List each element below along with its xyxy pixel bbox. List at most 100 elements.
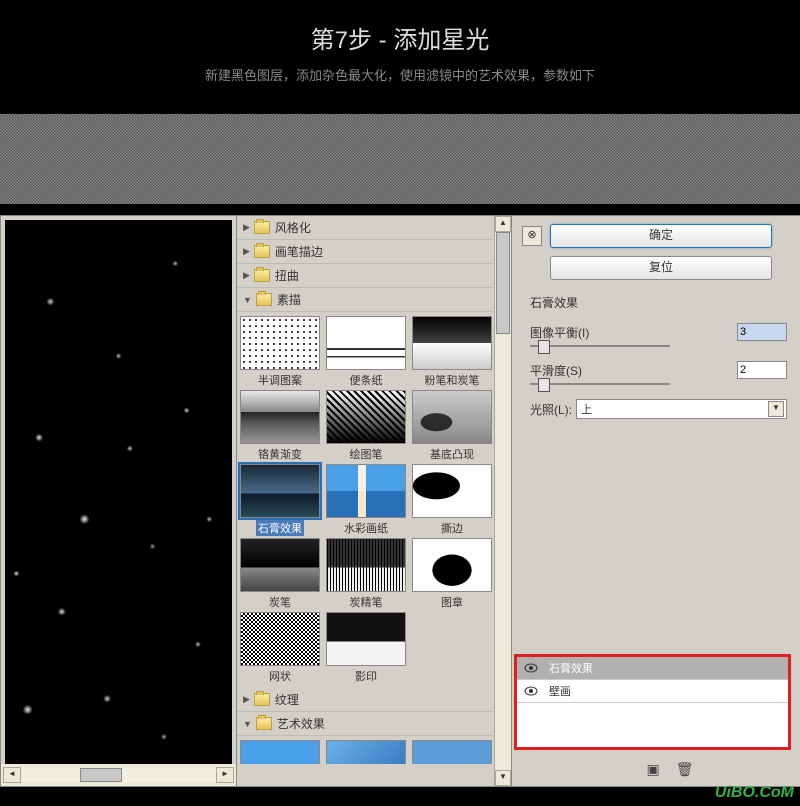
collapse-icon: ▼ — [243, 295, 252, 305]
folder-icon — [254, 693, 270, 706]
thumb-reticulation[interactable]: 网状 — [239, 612, 321, 684]
param-light: 光照(L): 上 ▼ — [530, 399, 787, 419]
thumb-image — [412, 390, 492, 444]
thumb-image — [326, 740, 406, 764]
layer-row-plaster[interactable]: 石膏效果 — [517, 657, 788, 680]
scroll-up-btn[interactable]: ▲ — [495, 216, 511, 232]
thumb-water-paper[interactable]: 水彩画纸 — [325, 464, 407, 536]
thumb-image — [326, 464, 406, 518]
scroll-thumb[interactable] — [496, 232, 510, 334]
thumb-plaster[interactable]: 石膏效果 — [239, 464, 321, 536]
filter-tree: ▶ 风格化 ▶ 画笔描边 ▶ 扭曲 ▼ 素描 — [237, 216, 511, 764]
chevron-down-icon: ▼ — [768, 401, 784, 417]
thumb-label: 炭笔 — [239, 594, 321, 610]
category-label: 纹理 — [275, 691, 299, 708]
thumb-label: 粉笔和炭笔 — [411, 372, 493, 388]
thumb-notepaper[interactable]: 便条纸 — [325, 316, 407, 388]
category-stylize[interactable]: ▶ 风格化 — [237, 216, 511, 240]
thumb-image — [326, 390, 406, 444]
thumb-charcoal[interactable]: 炭笔 — [239, 538, 321, 610]
thumb-image — [240, 740, 320, 764]
settings-pane: ⊗ 确定 复位 石膏效果 图像平衡(I) 平滑度(S) 光照(L): — [512, 216, 800, 786]
image-balance-slider[interactable] — [530, 345, 670, 347]
scroll-down-btn[interactable]: ▼ — [495, 770, 511, 786]
param-smoothness: 平滑度(S) — [530, 361, 787, 379]
scroll-track[interactable] — [21, 768, 216, 782]
thumb-artistic-2[interactable] — [325, 740, 407, 764]
scroll-thumb[interactable] — [80, 768, 122, 782]
thumb-label: 撕边 — [411, 520, 493, 536]
layer-label: 壁画 — [549, 683, 571, 699]
thumb-chrome[interactable]: 铬黄渐变 — [239, 390, 321, 462]
folder-icon — [256, 717, 272, 730]
category-sketch[interactable]: ▼ 素描 — [237, 288, 511, 312]
image-balance-input[interactable] — [737, 323, 787, 341]
smoothness-slider[interactable] — [530, 383, 670, 385]
thumb-label: 绘图笔 — [325, 446, 407, 462]
ok-button[interactable]: 确定 — [550, 224, 772, 248]
scroll-left-btn[interactable]: ◄ — [3, 767, 21, 783]
thumb-image — [326, 316, 406, 370]
filter-pane: ▶ 风格化 ▶ 画笔描边 ▶ 扭曲 ▼ 素描 — [236, 216, 512, 786]
thumb-image — [412, 740, 492, 764]
step-desc: 新建黑色图层，添加杂色最大化，使用滤镜中的艺术效果，参数如下 — [0, 65, 800, 84]
folder-icon — [254, 269, 270, 282]
thumb-image — [326, 612, 406, 666]
category-brush[interactable]: ▶ 画笔描边 — [237, 240, 511, 264]
watermark: UiBO.CoM — [715, 784, 794, 802]
thumb-photocopy[interactable]: 影印 — [325, 612, 407, 684]
collapse-toggle[interactable]: ⊗ — [522, 226, 542, 246]
param-label: 图像平衡(I) — [530, 324, 589, 341]
thumb-image — [412, 464, 492, 518]
preview-scrollbar[interactable]: ◄ ► — [1, 764, 236, 786]
tree-scrollbar[interactable]: ▲ ▼ — [494, 216, 511, 786]
thumb-label: 铬黄渐变 — [239, 446, 321, 462]
slider-thumb[interactable] — [538, 378, 550, 392]
thumb-label: 网状 — [239, 668, 321, 684]
step-title: 第7步 - 添加星光 — [0, 20, 800, 55]
layer-action-icons: ▣ 🗑 — [647, 761, 694, 778]
thumb-bas-relief[interactable]: 基底凸现 — [411, 390, 493, 462]
thumb-image — [326, 538, 406, 592]
new-layer-icon[interactable]: ▣ — [647, 761, 660, 778]
eye-icon[interactable] — [523, 684, 539, 698]
filter-gallery-dialog: ◄ ► ▶ 风格化 ▶ 画笔描边 — [0, 215, 800, 787]
preview-pane: ◄ ► — [1, 216, 236, 786]
collapse-icon: ▼ — [243, 719, 252, 729]
category-label: 艺术效果 — [277, 715, 325, 732]
thumb-halftone[interactable]: 半调图案 — [239, 316, 321, 388]
folder-icon — [254, 221, 270, 234]
preview-image[interactable] — [5, 220, 232, 764]
thumb-chalk[interactable]: 粉笔和炭笔 — [411, 316, 493, 388]
expand-icon: ▶ — [243, 270, 250, 281]
thumb-stamp[interactable]: 图章 — [411, 538, 493, 610]
reset-button[interactable]: 复位 — [550, 256, 772, 280]
category-label: 风格化 — [275, 219, 311, 236]
thumb-label: 图章 — [411, 594, 493, 610]
thumb-torn-edges[interactable]: 撕边 — [411, 464, 493, 536]
layer-row-fresco[interactable]: 壁画 — [517, 680, 788, 703]
category-artistic[interactable]: ▼ 艺术效果 — [237, 712, 511, 736]
slider-thumb[interactable] — [538, 340, 550, 354]
thumb-artistic-1[interactable] — [239, 740, 321, 764]
thumb-graphic-pen[interactable]: 绘图笔 — [325, 390, 407, 462]
thumb-label: 石膏效果 — [256, 520, 304, 536]
category-distort[interactable]: ▶ 扭曲 — [237, 264, 511, 288]
light-dropdown[interactable]: 上 ▼ — [576, 399, 787, 419]
scroll-right-btn[interactable]: ► — [216, 767, 234, 783]
thumb-label: 便条纸 — [325, 372, 407, 388]
param-label: 平滑度(S) — [530, 362, 582, 379]
thumb-conte-crayon[interactable]: 炭精笔 — [325, 538, 407, 610]
thumb-image — [240, 390, 320, 444]
expand-icon: ▶ — [243, 246, 250, 257]
artistic-thumbs — [237, 736, 511, 764]
thumb-artistic-3[interactable] — [411, 740, 493, 764]
smoothness-input[interactable] — [737, 361, 787, 379]
thumb-label: 半调图案 — [239, 372, 321, 388]
category-texture[interactable]: ▶ 纹理 — [237, 688, 511, 712]
thumb-image — [240, 464, 320, 518]
expand-icon: ▶ — [243, 222, 250, 233]
effect-name-label: 石膏效果 — [530, 294, 787, 311]
eye-icon[interactable] — [523, 661, 539, 675]
trash-icon[interactable]: 🗑 — [676, 761, 694, 778]
